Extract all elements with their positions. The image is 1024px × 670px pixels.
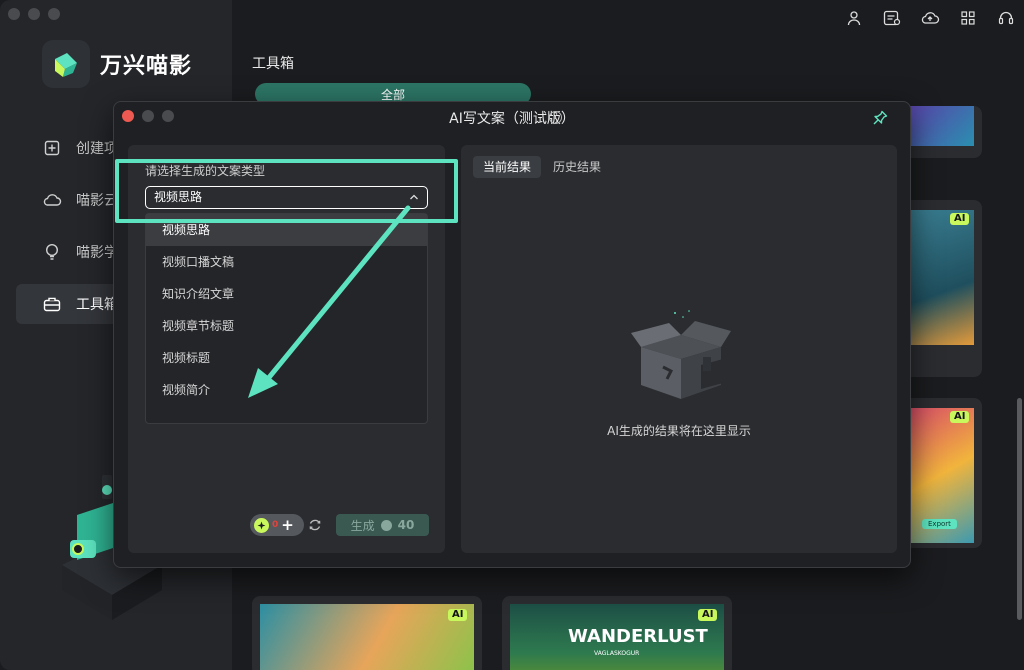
- ai-badge: AI: [950, 213, 970, 225]
- tool-card[interactable]: AI WANDERLUST VAGLASKOGUR: [502, 596, 732, 670]
- dropdown-option[interactable]: 知识介绍文章: [146, 278, 427, 310]
- plus-square-icon: [42, 138, 62, 158]
- brand-logo-icon: [42, 40, 90, 88]
- results-panel: 当前结果 历史结果 AI生成的结果将在这里显示: [461, 145, 897, 553]
- toolbox-icon: [42, 294, 62, 314]
- cloud-icon: [42, 190, 62, 210]
- window-controls: [8, 8, 60, 20]
- brand-name: 万兴喵影: [100, 54, 193, 79]
- sidebar-item-label: 工具箱: [76, 297, 118, 313]
- empty-results-text: AI生成的结果将在这里显示: [607, 424, 751, 438]
- refresh-icon[interactable]: [308, 518, 322, 532]
- tool-card[interactable]: AI: [252, 596, 482, 670]
- credit-coin-icon: [254, 517, 269, 533]
- close-window-button[interactable]: [8, 8, 20, 20]
- card-subcaption: VAGLASKOGUR: [594, 650, 640, 657]
- credit-pill[interactable]: 0 +: [250, 514, 304, 536]
- dialog-title: AI写文案（测试版）: [449, 111, 575, 127]
- empty-box-icon: [631, 310, 731, 399]
- sidebar-item-label: 喵影云: [76, 193, 118, 209]
- generate-cost: 40: [397, 518, 415, 532]
- card-export-button: Export: [922, 519, 957, 529]
- dropdown-option[interactable]: 视频简介: [146, 374, 427, 406]
- card-thumbnail: [904, 210, 974, 345]
- ai-badge: AI: [950, 411, 970, 423]
- headset-support-icon[interactable]: [996, 8, 1016, 28]
- copy-type-dropdown: 视频思路 视频口播文稿 知识介绍文章 视频章节标题 视频标题 视频简介: [145, 213, 428, 424]
- card-caption: WANDERLUST: [568, 626, 708, 647]
- topbar-icons: [844, 8, 1016, 28]
- tab-history-results[interactable]: 历史结果: [543, 156, 611, 178]
- generate-label: 生成: [350, 518, 375, 533]
- zoom-window-button[interactable]: [48, 8, 60, 20]
- grid-apps-icon[interactable]: [958, 8, 978, 28]
- credit-coin-icon: [380, 519, 392, 531]
- lightbulb-icon: [42, 242, 62, 262]
- page-title: 工具箱: [252, 56, 294, 72]
- sidebar-item-label: 创建项: [76, 141, 118, 157]
- dropdown-option[interactable]: 视频标题: [146, 342, 427, 374]
- generate-button[interactable]: 生成 40: [336, 514, 429, 536]
- tab-current-results[interactable]: 当前结果: [473, 156, 542, 178]
- cloud-upload-icon[interactable]: [920, 8, 940, 28]
- pin-icon[interactable]: [872, 110, 888, 126]
- help-icon[interactable]: ?: [549, 111, 562, 124]
- highlight-annotation: [115, 159, 458, 223]
- credit-count: 0: [272, 520, 279, 530]
- account-icon[interactable]: [844, 8, 864, 28]
- card-thumbnail: [260, 604, 474, 670]
- add-credit-icon[interactable]: +: [281, 517, 294, 533]
- scrollbar-thumb[interactable]: [1017, 398, 1022, 620]
- dropdown-option[interactable]: 视频口播文稿: [146, 246, 427, 278]
- dropdown-option[interactable]: 视频章节标题: [146, 310, 427, 342]
- card-thumbnail: [904, 106, 974, 146]
- ai-badge: AI: [448, 609, 468, 621]
- minimize-window-button[interactable]: [28, 8, 40, 20]
- sidebar-item-label: 喵影学: [76, 245, 118, 261]
- brand: 万兴喵影: [42, 40, 192, 88]
- ai-badge: AI: [698, 609, 718, 621]
- calendar-badge-icon[interactable]: [882, 8, 902, 28]
